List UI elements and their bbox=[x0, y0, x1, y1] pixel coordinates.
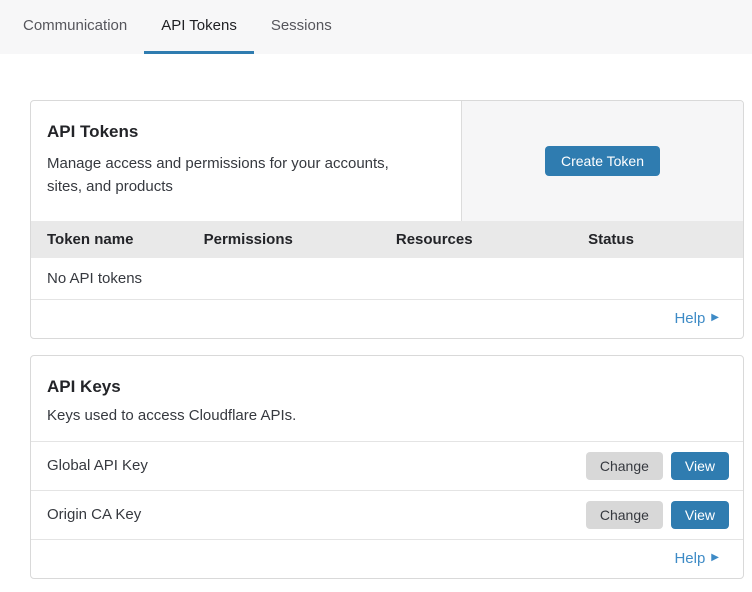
api-keys-help-link[interactable]: Help ▶ bbox=[674, 550, 719, 567]
key-actions: Change View bbox=[586, 501, 729, 529]
empty-state-message: No API tokens bbox=[47, 270, 142, 287]
api-tokens-card-header: API Tokens Manage access and permissions… bbox=[31, 101, 743, 221]
tab-bar: Communication API Tokens Sessions bbox=[0, 0, 752, 54]
key-name-label: Origin CA Key bbox=[47, 506, 141, 523]
key-row-origin-ca-key: Origin CA Key Change View bbox=[31, 490, 743, 539]
api-keys-card-footer: Help ▶ bbox=[31, 539, 743, 578]
help-arrow-icon: ▶ bbox=[711, 553, 719, 563]
token-table-header-row: Token name Permissions Resources Status bbox=[31, 221, 743, 258]
api-tokens-description: Manage access and permissions for your a… bbox=[47, 152, 399, 199]
api-keys-card-header: API Keys Keys used to access Cloudflare … bbox=[31, 356, 743, 441]
column-header-status: Status bbox=[572, 221, 743, 258]
change-origin-ca-key-button[interactable]: Change bbox=[586, 501, 663, 529]
api-keys-card: API Keys Keys used to access Cloudflare … bbox=[30, 355, 744, 579]
tab-api-tokens[interactable]: API Tokens bbox=[144, 0, 254, 54]
api-tokens-help-link[interactable]: Help ▶ bbox=[674, 310, 719, 327]
tab-communication[interactable]: Communication bbox=[6, 0, 144, 54]
api-tokens-card-footer: Help ▶ bbox=[31, 299, 743, 338]
column-header-permissions: Permissions bbox=[188, 221, 380, 258]
api-tokens-title: API Tokens bbox=[47, 122, 445, 142]
column-header-resources: Resources bbox=[380, 221, 572, 258]
api-keys-title: API Keys bbox=[47, 377, 727, 397]
api-tokens-card: API Tokens Manage access and permissions… bbox=[30, 100, 744, 339]
api-keys-description: Keys used to access Cloudflare APIs. bbox=[47, 407, 727, 424]
view-global-api-key-button[interactable]: View bbox=[671, 452, 729, 480]
column-header-token-name: Token name bbox=[31, 221, 188, 258]
page-content: API Tokens Manage access and permissions… bbox=[30, 100, 744, 579]
help-link-label: Help bbox=[674, 550, 705, 567]
key-name-label: Global API Key bbox=[47, 457, 148, 474]
api-tokens-action-panel: Create Token bbox=[461, 101, 743, 221]
key-actions: Change View bbox=[586, 452, 729, 480]
create-token-button[interactable]: Create Token bbox=[545, 146, 660, 176]
token-table-empty-row: No API tokens bbox=[31, 258, 743, 299]
tab-sessions[interactable]: Sessions bbox=[254, 0, 349, 54]
view-origin-ca-key-button[interactable]: View bbox=[671, 501, 729, 529]
help-arrow-icon: ▶ bbox=[711, 313, 719, 323]
api-tokens-header-text: API Tokens Manage access and permissions… bbox=[31, 101, 461, 221]
key-row-global-api-key: Global API Key Change View bbox=[31, 441, 743, 490]
change-global-api-key-button[interactable]: Change bbox=[586, 452, 663, 480]
help-link-label: Help bbox=[674, 310, 705, 327]
